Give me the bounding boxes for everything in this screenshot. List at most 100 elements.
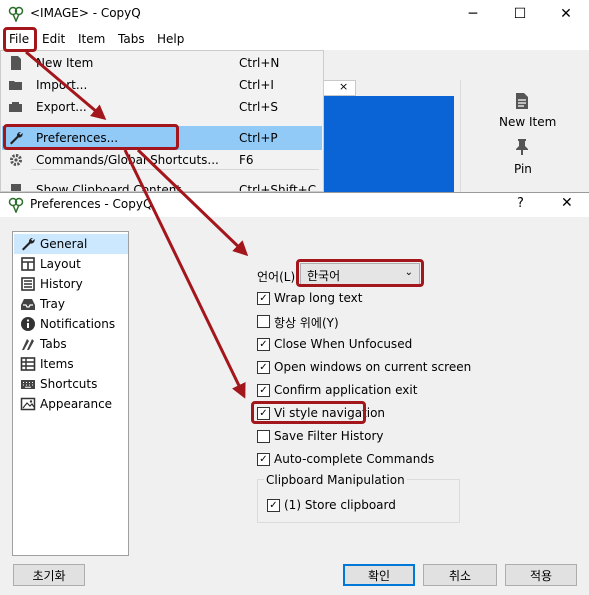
tabs-icon	[22, 339, 34, 350]
checkbox-checked-icon[interactable]: ✓	[267, 499, 280, 512]
category-tray[interactable]: Tray	[14, 294, 128, 314]
apply-button[interactable]: 적용	[505, 564, 577, 586]
menubar: File Edit Item Tabs Help	[0, 28, 589, 50]
gear-icon	[10, 154, 22, 166]
checkbox-unchecked-icon[interactable]	[257, 315, 270, 328]
file-menu-export[interactable]: Export... Ctrl+S	[2, 96, 322, 118]
maximize-button[interactable]: ☐	[497, 0, 543, 28]
item-toolbar: New Item Pin	[460, 80, 589, 192]
highlight-language-select	[296, 259, 424, 287]
category-label: Layout	[40, 257, 81, 271]
category-label: Notifications	[40, 317, 116, 331]
new-item-icon	[11, 56, 21, 70]
tab-strip[interactable]: ×	[320, 80, 356, 96]
info-icon	[21, 317, 35, 331]
category-appearance[interactable]: Appearance	[14, 394, 128, 414]
clipboard-icon	[11, 184, 21, 191]
close-button[interactable]: ✕	[543, 0, 589, 28]
category-label: General	[40, 237, 88, 251]
checkbox-checked-icon[interactable]: ✓	[257, 453, 270, 466]
checkbox-checked-icon[interactable]: ✓	[257, 292, 270, 305]
checkbox-unchecked-icon[interactable]	[257, 430, 270, 443]
image-icon	[20, 397, 36, 411]
category-general[interactable]: General	[14, 234, 128, 254]
file-menu-dropdown: New Item Ctrl+N Import... Ctrl+I Export.…	[0, 50, 324, 192]
option-label: Close When Unfocused	[274, 337, 413, 351]
clipboard-item-list[interactable]	[320, 96, 454, 192]
copyq-app-icon	[8, 197, 24, 213]
file-menu-shortcut: Ctrl+S	[239, 100, 279, 114]
category-list: General Layout History Tray Notification…	[12, 231, 129, 556]
main-window-title: <IMAGE> - CopyQ	[30, 6, 141, 20]
import-icon	[9, 81, 22, 90]
layout-icon	[21, 257, 35, 271]
option-label: Confirm application exit	[274, 383, 418, 397]
pin-icon[interactable]	[514, 138, 530, 156]
preferences-dialog: Preferences - CopyQ ? ✕ General Layout H…	[0, 192, 589, 595]
cancel-button[interactable]: 취소	[423, 564, 497, 586]
menu-item[interactable]: Item	[78, 32, 105, 46]
main-titlebar: <IMAGE> - CopyQ ─ ☐ ✕	[0, 0, 589, 28]
option-label: (1) Store clipboard	[284, 498, 396, 512]
main-window: <IMAGE> - CopyQ ─ ☐ ✕ File Edit Item Tab…	[0, 0, 589, 192]
option-label: Wrap long text	[274, 291, 363, 305]
tab-close-icon[interactable]: ×	[339, 80, 348, 93]
file-menu-import[interactable]: Import... Ctrl+I	[2, 74, 322, 96]
new-item-icon[interactable]	[514, 92, 530, 110]
checkbox-checked-icon[interactable]: ✓	[257, 361, 270, 374]
category-label: Tray	[40, 297, 65, 311]
file-menu-label: Export...	[36, 100, 87, 114]
history-icon	[21, 277, 35, 291]
keyboard-icon	[21, 380, 35, 389]
menu-tabs[interactable]: Tabs	[118, 32, 145, 46]
category-shortcuts[interactable]: Shortcuts	[14, 374, 128, 394]
option-label: Save Filter History	[274, 429, 384, 443]
tray-icon	[21, 299, 35, 310]
checkbox-checked-icon[interactable]: ✓	[257, 338, 270, 351]
file-menu-label: Commands/Global Shortcuts...	[36, 153, 219, 167]
file-menu-label: Show Clipboard Content	[36, 183, 182, 192]
close-button[interactable]: ✕	[561, 195, 573, 211]
category-label: History	[40, 277, 83, 291]
checkbox-checked-icon[interactable]: ✓	[257, 384, 270, 397]
menu-help[interactable]: Help	[157, 32, 184, 46]
pin-toolbar-label[interactable]: Pin	[514, 162, 532, 176]
option-label: Open windows on current screen	[274, 360, 472, 374]
copyq-app-icon	[8, 6, 24, 22]
file-menu-new-item[interactable]: New Item Ctrl+N	[2, 52, 322, 74]
preferences-titlebar: Preferences - CopyQ ? ✕	[0, 193, 589, 217]
menu-edit[interactable]: Edit	[42, 32, 65, 46]
minimize-button[interactable]: ─	[450, 0, 496, 28]
help-button[interactable]: ?	[517, 196, 524, 211]
items-icon	[20, 357, 36, 371]
file-menu-show-clipboard[interactable]: Show Clipboard Content Ctrl+Shift+C	[2, 179, 322, 192]
file-menu-shortcut: Ctrl+N	[239, 56, 280, 70]
highlight-vi-navigation	[251, 401, 366, 424]
clipboard-group-title: Clipboard Manipulation	[264, 473, 407, 487]
new-item-toolbar-label[interactable]: New Item	[499, 115, 556, 129]
category-tabs[interactable]: Tabs	[14, 334, 128, 354]
ok-button[interactable]: 확인	[343, 564, 415, 586]
category-history[interactable]: History	[14, 274, 128, 294]
export-icon	[9, 102, 22, 112]
option-label: Auto-complete Commands	[274, 452, 435, 466]
file-menu-shortcut: Ctrl+P	[239, 131, 278, 145]
file-menu-shortcut: F6	[239, 153, 254, 167]
file-menu-separator	[31, 169, 319, 170]
file-menu-shortcut: Ctrl+Shift+C	[239, 183, 317, 192]
highlight-file-menu	[3, 27, 37, 52]
category-label: Items	[40, 357, 74, 371]
category-label: Shortcuts	[40, 377, 98, 391]
file-menu-shortcut: Ctrl+I	[239, 78, 274, 92]
highlight-preferences-item	[3, 124, 179, 150]
reset-button[interactable]: 초기화	[13, 564, 85, 586]
category-label: Tabs	[40, 337, 67, 351]
category-notifications[interactable]: Notifications	[14, 314, 128, 334]
category-items[interactable]: Items	[14, 354, 128, 374]
file-menu-label: New Item	[36, 56, 94, 70]
option-label: 항상 위에(Y)	[274, 316, 339, 330]
category-layout[interactable]: Layout	[14, 254, 128, 274]
file-menu-label: Import...	[36, 78, 88, 92]
file-menu-commands[interactable]: Commands/Global Shortcuts... F6	[2, 149, 322, 171]
language-label: 언어(L):	[257, 270, 300, 284]
